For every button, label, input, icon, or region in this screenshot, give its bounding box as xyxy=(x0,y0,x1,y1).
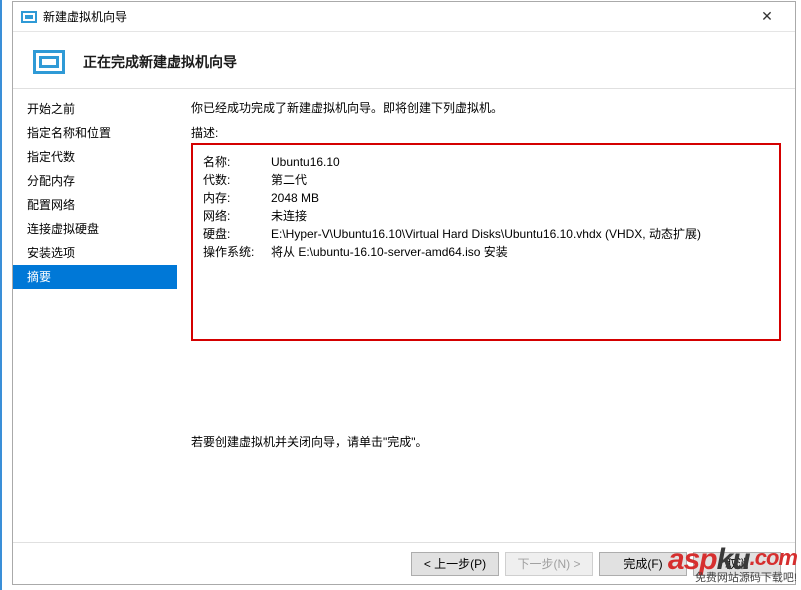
prev-button[interactable]: < 上一步(P) xyxy=(411,552,499,576)
finish-button[interactable]: 完成(F) xyxy=(599,552,687,576)
summary-key: 内存: xyxy=(203,189,271,207)
wizard-footer: < 上一步(P) 下一步(N) > 完成(F) 取消 xyxy=(13,542,795,584)
wizard-sidebar: 开始之前 指定名称和位置 指定代数 分配内存 配置网络 连接虚拟硬盘 安装选项 … xyxy=(13,89,177,542)
summary-value: E:\Hyper-V\Ubuntu16.10\Virtual Hard Disk… xyxy=(271,225,769,243)
sidebar-item-network[interactable]: 配置网络 xyxy=(13,193,177,217)
wizard-main: 你已经成功完成了新建虚拟机向导。即将创建下列虚拟机。 描述: 名称: Ubunt… xyxy=(177,89,795,542)
wizard-header: 正在完成新建虚拟机向导 xyxy=(13,32,795,89)
summary-row-memory: 内存: 2048 MB xyxy=(203,189,769,207)
summary-row-os: 操作系统: 将从 E:\ubuntu-16.10-server-amd64.is… xyxy=(203,243,769,261)
summary-row-generation: 代数: 第二代 xyxy=(203,171,769,189)
finish-instruction: 若要创建虚拟机并关闭向导，请单击"完成"。 xyxy=(191,433,781,450)
sidebar-item-name-location[interactable]: 指定名称和位置 xyxy=(13,121,177,145)
summary-value: 2048 MB xyxy=(271,189,769,207)
sidebar-item-before-begin[interactable]: 开始之前 xyxy=(13,97,177,121)
close-button[interactable]: ✕ xyxy=(747,3,787,31)
hyperv-large-icon xyxy=(33,50,65,74)
sidebar-item-memory[interactable]: 分配内存 xyxy=(13,169,177,193)
sidebar-item-generation[interactable]: 指定代数 xyxy=(13,145,177,169)
summary-key: 名称: xyxy=(203,153,271,171)
hyperv-icon xyxy=(21,9,37,25)
window-title: 新建虚拟机向导 xyxy=(43,8,747,25)
next-button: 下一步(N) > xyxy=(505,552,593,576)
sidebar-item-install-options[interactable]: 安装选项 xyxy=(13,241,177,265)
wizard-body: 开始之前 指定名称和位置 指定代数 分配内存 配置网络 连接虚拟硬盘 安装选项 … xyxy=(13,89,795,542)
description-label: 描述: xyxy=(191,124,781,141)
intro-text: 你已经成功完成了新建虚拟机向导。即将创建下列虚拟机。 xyxy=(191,99,781,116)
summary-key: 硬盘: xyxy=(203,225,271,243)
wizard-window: 新建虚拟机向导 ✕ 正在完成新建虚拟机向导 开始之前 指定名称和位置 指定代数 … xyxy=(12,1,796,585)
summary-value: 第二代 xyxy=(271,171,769,189)
page-title: 正在完成新建虚拟机向导 xyxy=(83,52,237,72)
titlebar: 新建虚拟机向导 ✕ xyxy=(13,2,795,32)
summary-row-name: 名称: Ubuntu16.10 xyxy=(203,153,769,171)
summary-key: 操作系统: xyxy=(203,243,271,261)
summary-row-network: 网络: 未连接 xyxy=(203,207,769,225)
sidebar-item-vhd[interactable]: 连接虚拟硬盘 xyxy=(13,217,177,241)
summary-value: 将从 E:\ubuntu-16.10-server-amd64.iso 安装 xyxy=(271,243,769,261)
summary-key: 代数: xyxy=(203,171,271,189)
summary-key: 网络: xyxy=(203,207,271,225)
summary-box: 名称: Ubuntu16.10 代数: 第二代 内存: 2048 MB 网络: … xyxy=(191,143,781,341)
summary-row-disk: 硬盘: E:\Hyper-V\Ubuntu16.10\Virtual Hard … xyxy=(203,225,769,243)
summary-value: Ubuntu16.10 xyxy=(271,153,769,171)
sidebar-item-summary[interactable]: 摘要 xyxy=(13,265,177,289)
summary-value: 未连接 xyxy=(271,207,769,225)
cancel-button[interactable]: 取消 xyxy=(693,552,781,576)
